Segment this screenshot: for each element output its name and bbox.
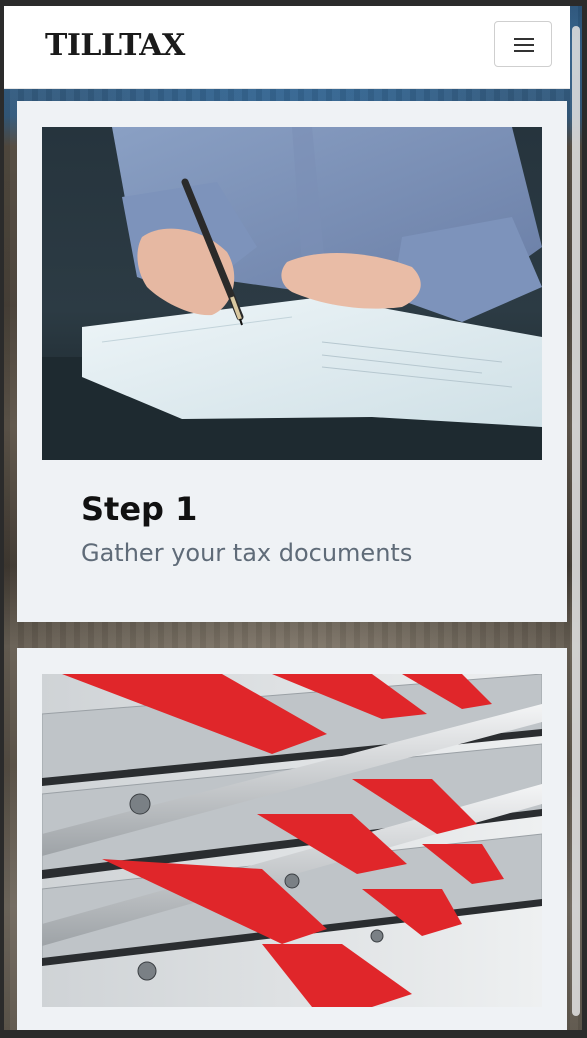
step-card (17, 648, 567, 1030)
step-description: Gather your tax documents (81, 539, 413, 567)
brand-text: TillTax (45, 28, 185, 63)
hamburger-menu-icon (514, 38, 534, 52)
scrollbar[interactable] (572, 26, 580, 1016)
navbar: TillTax (4, 6, 570, 89)
menu-toggle-button[interactable] (494, 21, 552, 67)
person-signing-document-image (42, 127, 542, 460)
red-envelopes-in-mailboxes-image (42, 674, 542, 1007)
step-card: Step 1 Gather your tax documents (17, 101, 567, 622)
browser-viewport: TillTax (4, 6, 582, 1030)
brand-logo[interactable]: TillTax (45, 28, 185, 63)
step-title: Step 1 (81, 490, 198, 528)
